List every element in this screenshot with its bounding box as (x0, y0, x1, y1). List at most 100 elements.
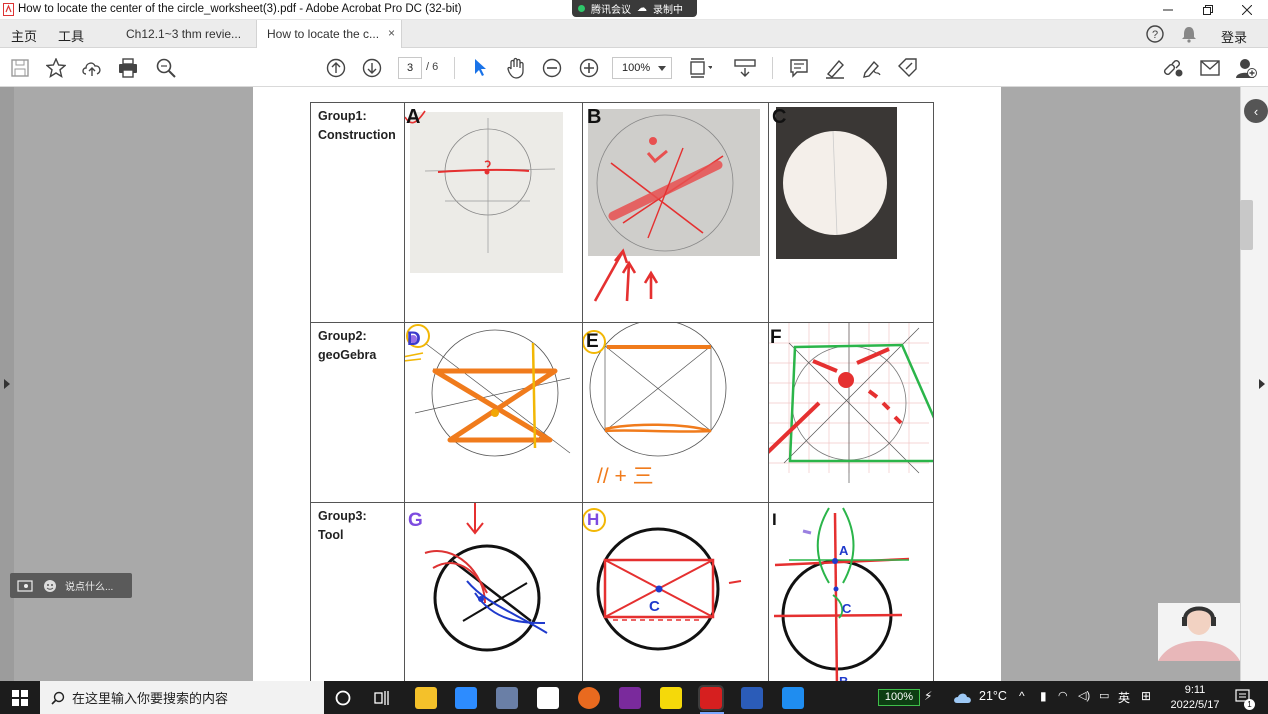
tab-close-button[interactable]: × (388, 26, 395, 40)
taskbar-search-input[interactable]: 在这里输入你要搜索的内容 (40, 681, 324, 714)
svg-text:C: C (772, 106, 786, 128)
paint-app-icon[interactable] (496, 687, 518, 709)
group-method: Tool (318, 528, 344, 542)
zoom-in-button[interactable] (577, 56, 601, 80)
zoom-level-value: 100% (622, 62, 651, 74)
webcam-preview (1158, 603, 1240, 661)
chevron-up-icon[interactable]: ^ (1019, 689, 1025, 703)
right-panel-rail[interactable] (1240, 87, 1268, 681)
volume-icon[interactable]: ◁) (1078, 689, 1090, 702)
clock-time: 9:11 (1184, 684, 1206, 696)
ime-grid-icon[interactable]: ⊞ (1141, 689, 1151, 703)
page-number-input[interactable]: 3 (398, 57, 422, 79)
comment-button[interactable] (787, 56, 811, 80)
cortana-icon[interactable] (335, 690, 351, 706)
ime-indicator[interactable]: 英 (1118, 689, 1130, 706)
battery-icon[interactable]: ▭ (1099, 689, 1109, 702)
minimize-button[interactable] (1148, 1, 1188, 19)
group-label: Group1: Construction (311, 103, 404, 149)
add-user-button[interactable] (1234, 56, 1258, 80)
magnifier-icon (156, 58, 176, 78)
collapse-panel-button[interactable]: ‹ (1244, 99, 1268, 123)
temperature[interactable]: 21°C (979, 689, 1007, 703)
upload-button[interactable] (80, 56, 104, 80)
sticky-notes-icon[interactable] (660, 687, 682, 709)
envelope-icon (1200, 60, 1220, 76)
usb-icon[interactable]: ▮ (1040, 689, 1047, 703)
construction-photo-a: A (404, 106, 563, 273)
windows-start-icon[interactable] (12, 690, 28, 706)
vertical-scrollbar-thumb[interactable] (1240, 200, 1253, 250)
chevron-left-icon: ‹ (1253, 103, 1259, 119)
edit-pdf-button[interactable] (896, 56, 920, 80)
table-row: Group2: geoGebra D E // + 三 F (310, 319, 960, 503)
login-link[interactable]: 登录 (1221, 27, 1247, 46)
highlight-button[interactable] (823, 56, 847, 80)
tencent-meeting-icon[interactable] (782, 687, 804, 709)
meeting-chat-bar[interactable]: 说点什么... (10, 573, 132, 598)
onenote-icon[interactable] (619, 687, 641, 709)
help-icon[interactable]: ? (1146, 25, 1164, 43)
group-title: Group3: (318, 509, 367, 523)
cell-c: C (768, 102, 934, 323)
save-button[interactable] (8, 56, 32, 80)
screen-share-icon[interactable] (17, 579, 33, 592)
scroll-mode-button[interactable] (733, 56, 757, 80)
arrow-down-circle-icon (362, 58, 382, 78)
svg-text:I: I (772, 510, 777, 529)
tab-doc-review[interactable]: Ch12.1~3 thm revie... (116, 20, 256, 48)
tool-diagram-i: A C B I (772, 507, 910, 689)
participant-video (1158, 603, 1240, 661)
firefox-icon[interactable] (578, 687, 600, 709)
close-icon (1242, 5, 1252, 15)
svg-text:D: D (407, 329, 421, 350)
zoom-out-button[interactable] (540, 56, 564, 80)
file-explorer-icon[interactable] (415, 687, 437, 709)
find-button[interactable] (154, 56, 178, 80)
print-button[interactable] (116, 56, 140, 80)
meeting-app-name: 腾讯会议 (591, 5, 631, 16)
expand-right-panel-icon[interactable] (1259, 379, 1265, 389)
minimize-icon (1163, 9, 1173, 11)
comment-icon (790, 59, 808, 78)
svg-text:C: C (842, 601, 852, 616)
restore-button[interactable] (1188, 1, 1228, 19)
weather-cloud-icon[interactable] (953, 692, 973, 704)
page-fit-button[interactable] (688, 56, 712, 80)
previous-page-button[interactable] (324, 56, 348, 80)
sign-button[interactable] (859, 56, 883, 80)
next-page-button[interactable] (360, 56, 384, 80)
bookmark-star-button[interactable] (44, 56, 68, 80)
tab-home[interactable]: 主页 (11, 26, 37, 45)
table-row: Group3: Tool G C H A C I (310, 493, 934, 694)
svg-text:F: F (770, 327, 782, 348)
group-label-cell: Group2: geoGebra (310, 322, 405, 503)
link-share-icon (1164, 60, 1183, 77)
acrobat-taskbar-icon[interactable] (698, 685, 724, 711)
emoji-icon[interactable] (43, 579, 57, 593)
close-window-button[interactable] (1227, 1, 1267, 19)
zoom-app-icon[interactable] (455, 687, 477, 709)
share-link-button[interactable] (1161, 56, 1185, 80)
task-view-icon[interactable] (374, 690, 392, 706)
email-button[interactable] (1198, 56, 1222, 80)
add-person-icon (1236, 59, 1257, 78)
clock[interactable]: 9:11 2022/5/17 (1166, 683, 1224, 713)
meeting-indicator[interactable]: 腾讯会议 ☁ 录制中 (572, 0, 697, 17)
tab-doc-review-label: Ch12.1~3 thm revie... (126, 27, 242, 41)
tab-tools[interactable]: 工具 (58, 26, 84, 45)
tab-doc-worksheet[interactable]: How to locate the c... × (256, 20, 402, 49)
geogebra-app-icon[interactable] (537, 687, 559, 709)
hand-tool-button[interactable] (504, 56, 528, 80)
notification-bell-icon[interactable] (1181, 26, 1197, 43)
recording-status: 录制中 (653, 5, 683, 16)
geogebra-diagram-e: E // + 三 (582, 319, 727, 488)
battery-level[interactable]: 100% (878, 689, 920, 706)
network-icon[interactable]: ◠ (1058, 689, 1068, 702)
expand-left-panel-icon[interactable] (4, 379, 10, 389)
word-icon[interactable] (741, 687, 763, 709)
chat-input-placeholder[interactable]: 说点什么... (65, 578, 113, 593)
select-tool-button[interactable] (468, 56, 492, 80)
zoom-level-select[interactable]: 100% (612, 57, 672, 79)
cell-a: A (404, 102, 583, 323)
